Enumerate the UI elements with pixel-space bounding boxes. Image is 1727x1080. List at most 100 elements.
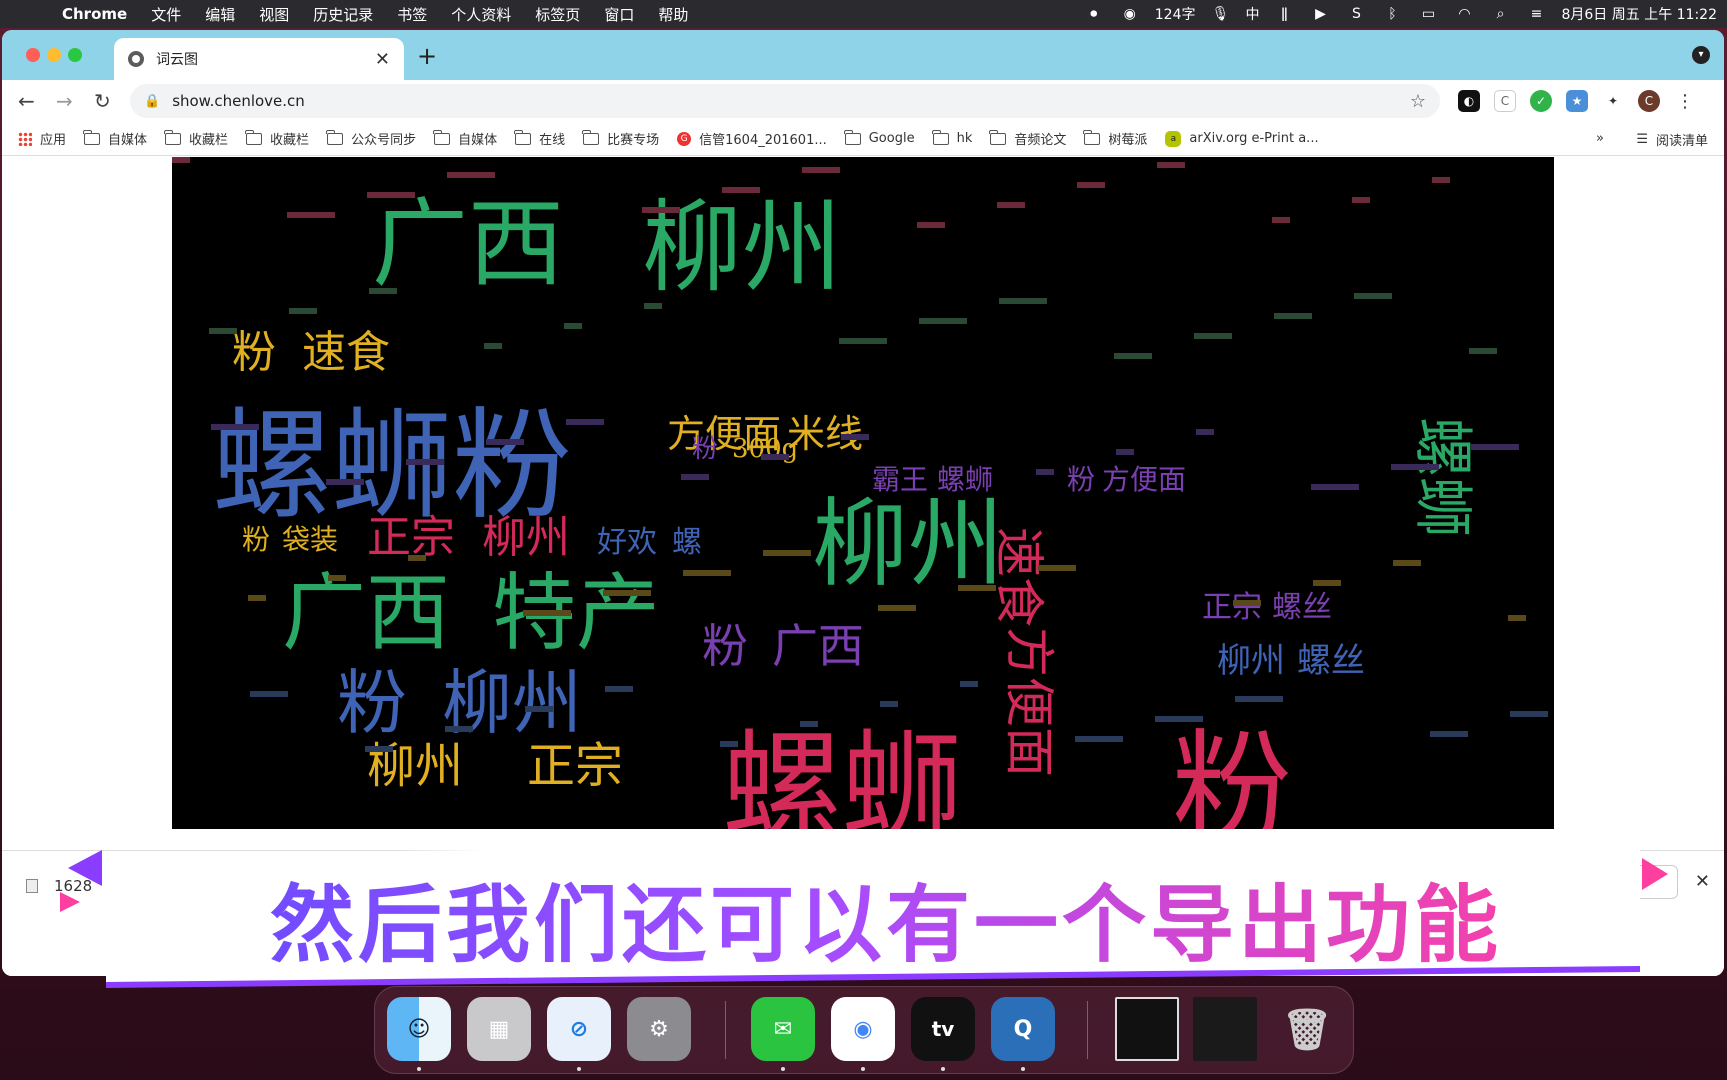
wordcloud-filler-mark (447, 172, 495, 178)
wordcloud-image[interactable]: 螺蛳粉 广西 柳州 螺蛳 柳州 螺蛳粉广西 特产 方便面 米线粉速食 正宗 柳州 好欢螺粉柳州 方便面速… (172, 157, 1554, 829)
wordcloud-filler-mark (1157, 162, 1185, 168)
bookmark-folder[interactable]: 自媒体 (433, 129, 497, 148)
tab-close-icon[interactable]: ✕ (375, 49, 390, 70)
download-shelf-close-icon[interactable]: ✕ (1695, 871, 1710, 892)
wordcloud-filler-mark (406, 459, 444, 465)
bookmark-label: arXiv.org e-Print a... (1189, 131, 1319, 146)
wordcloud-word: 方便面 (1102, 463, 1186, 496)
wordcloud-filler-mark (880, 701, 898, 707)
bookmark-folder[interactable]: hk (931, 129, 972, 146)
scrivener-icon[interactable]: S (1345, 5, 1367, 23)
wordcloud-word: 螺 (672, 525, 702, 560)
window-minimize-button[interactable] (47, 48, 61, 62)
menu-history[interactable]: 历史记录 (301, 4, 385, 25)
launchpad-icon[interactable]: ▦ (467, 997, 531, 1061)
dock-separator (725, 1001, 726, 1059)
new-tab-button[interactable]: + (417, 42, 437, 70)
bookmark-site[interactable]: G 信管1604_201601... (677, 129, 827, 148)
wordcloud-word: 柳州 (482, 512, 570, 563)
extension-mask-icon[interactable]: ◐ (1458, 90, 1480, 112)
url-text[interactable]: show.chenlove.cn (172, 92, 1410, 110)
system-preferences-icon[interactable]: ⚙ (627, 997, 691, 1061)
wordcloud-filler-mark (997, 202, 1025, 208)
wordcloud-word: 特产 (492, 564, 660, 662)
bookmark-folder[interactable]: 收藏栏 (164, 129, 228, 148)
play-icon[interactable]: ▶ (1309, 5, 1331, 23)
address-bar[interactable]: 🔒 show.chenlove.cn ☆ (130, 84, 1440, 118)
tab-search-icon[interactable]: ▾ (1692, 46, 1710, 64)
wifi-icon[interactable]: ◠ (1453, 5, 1475, 23)
window-close-button[interactable] (26, 48, 40, 62)
bookmark-folder[interactable]: 公众号同步 (326, 129, 416, 148)
wordcloud-word: 粉 (242, 523, 270, 556)
wordcloud-filler-mark (211, 424, 259, 430)
chrome-icon[interactable]: ◉ (831, 997, 895, 1061)
menu-window[interactable]: 窗口 (592, 4, 646, 25)
menu-file[interactable]: 文件 (139, 4, 193, 25)
profile-avatar[interactable]: C (1638, 90, 1660, 112)
bookmark-folder[interactable]: 在线 (514, 129, 565, 148)
folder-icon (326, 129, 344, 145)
reload-icon[interactable]: ↻ (94, 89, 111, 113)
menubar-clock[interactable]: 8月6日 周五 上午 11:22 (1561, 4, 1717, 24)
battery-icon[interactable]: ▭ (1417, 5, 1439, 23)
chrome-window-thumbnail[interactable] (1193, 997, 1257, 1061)
apple-tv-icon[interactable]: tv (911, 997, 975, 1061)
extension-star-icon[interactable]: ★ (1566, 90, 1588, 112)
airpods-icon[interactable]: ǁ (1273, 5, 1295, 23)
tab-wordcloud[interactable]: 词云图 ✕ (114, 38, 404, 80)
menu-help[interactable]: 帮助 (646, 4, 700, 25)
wordcloud-word: 粉 (692, 434, 718, 464)
wordcloud-filler-mark (1038, 565, 1076, 571)
bookmark-folder[interactable]: 自媒体 (83, 129, 147, 148)
wordcloud-filler-mark (1155, 716, 1203, 722)
tab-title: 词云图 (156, 52, 198, 68)
menu-edit[interactable]: 编辑 (193, 4, 247, 25)
trash-icon[interactable]: 🗑 (1275, 997, 1339, 1061)
wordcloud-filler-mark (720, 741, 738, 747)
word-count-status[interactable]: 124字 (1155, 4, 1196, 24)
microphone-icon[interactable]: 🎙 (1209, 5, 1231, 23)
wordcloud-word: 螺蛳 (937, 463, 993, 496)
extension-c-icon[interactable]: C (1494, 90, 1516, 112)
wechat-status-icon[interactable]: ◉ (1119, 5, 1141, 23)
extension-check-icon[interactable]: ✓ (1530, 90, 1552, 112)
spotlight-search-icon[interactable]: ⌕ (1489, 5, 1511, 23)
wordcloud-filler-mark (566, 419, 604, 425)
bookmark-folder[interactable]: 树莓派 (1083, 129, 1147, 148)
menu-view[interactable]: 视图 (247, 4, 301, 25)
menu-tabs[interactable]: 标签页 (523, 4, 592, 25)
bookmark-folder[interactable]: 音频论文 (989, 129, 1066, 148)
input-method-indicator[interactable]: 中 (1245, 4, 1259, 24)
chrome-menu-icon[interactable]: ⋮ (1674, 90, 1696, 112)
wordcloud-filler-mark (328, 575, 346, 581)
control-center-icon[interactable]: ≡ (1525, 5, 1547, 23)
record-stop-icon[interactable]: ⏺ (1083, 5, 1105, 23)
bookmarks-overflow-chevron[interactable]: » (1596, 131, 1604, 146)
quicktime-icon[interactable]: Q (991, 997, 1055, 1061)
reading-list-button[interactable]: ☰ 阅读清单 (1636, 130, 1708, 149)
finder-icon[interactable]: ☺ (387, 997, 451, 1061)
wordcloud-window-thumbnail[interactable] (1115, 997, 1179, 1061)
wordcloud-filler-mark (1075, 736, 1123, 742)
decor-triangle-left (68, 850, 102, 886)
bluetooth-icon[interactable]: ᛒ (1381, 5, 1403, 23)
safari-icon[interactable]: ⊘ (547, 997, 611, 1061)
wordcloud-word: 广西 (282, 564, 450, 662)
bookmark-folder[interactable]: 收藏栏 (245, 129, 309, 148)
menu-app-name[interactable]: Chrome (50, 5, 139, 23)
forward-arrow-icon[interactable]: → (56, 89, 73, 113)
menu-profiles[interactable]: 个人资料 (439, 4, 523, 25)
wechat-icon[interactable]: ✉ (751, 997, 815, 1061)
menu-bookmarks[interactable]: 书签 (385, 4, 439, 25)
window-fullscreen-button[interactable] (68, 48, 82, 62)
bookmark-folder[interactable]: 比赛专场 (582, 129, 659, 148)
back-arrow-icon[interactable]: ← (18, 89, 35, 113)
bookmark-apps[interactable]: 应用 (18, 129, 66, 148)
extensions-puzzle-icon[interactable]: ✦ (1602, 90, 1624, 112)
bookmark-site[interactable]: a arXiv.org e-Print a... (1165, 130, 1319, 147)
bookmark-star-icon[interactable]: ☆ (1410, 91, 1426, 112)
bookmark-folder[interactable]: Google (843, 129, 915, 146)
wordcloud-filler-mark (1393, 560, 1421, 566)
lock-icon[interactable]: 🔒 (144, 94, 160, 109)
